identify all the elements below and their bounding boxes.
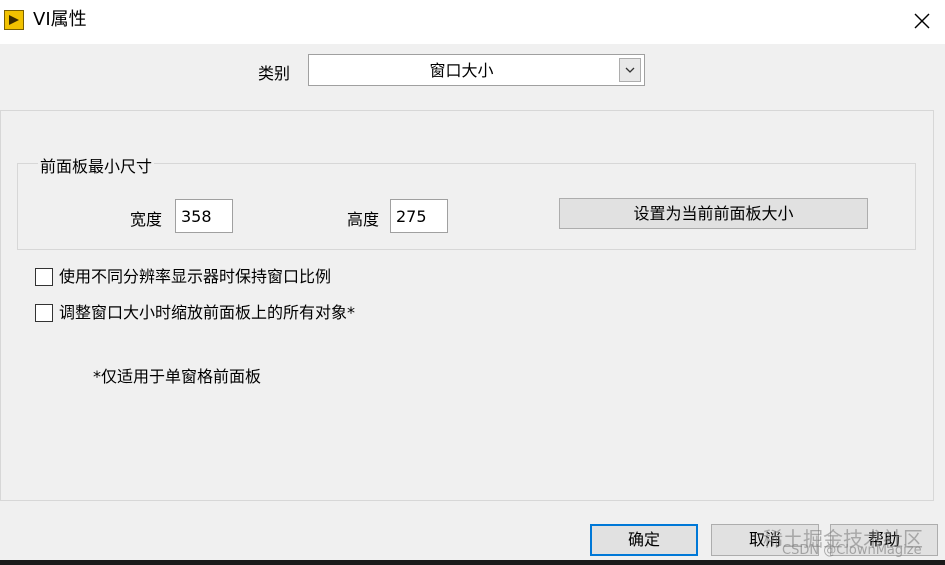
title-bar: VI属性: [0, 0, 945, 44]
checkbox[interactable]: [35, 304, 53, 322]
close-button[interactable]: [899, 0, 945, 44]
width-label: 宽度: [130, 210, 163, 229]
ok-button[interactable]: 确定: [590, 524, 698, 556]
bottom-edge: [0, 560, 945, 565]
chevron-down-icon: [625, 67, 635, 73]
window-title: VI属性: [33, 9, 87, 30]
checkbox[interactable]: [35, 268, 53, 286]
category-value: 窗口大小: [429, 61, 494, 80]
close-icon: [914, 13, 930, 29]
checkbox-label: 使用不同分辨率显示器时保持窗口比例: [59, 267, 332, 286]
checkbox-label: 调整窗口大小时缩放前面板上的所有对象*: [59, 303, 356, 322]
category-row: 类别 窗口大小: [0, 44, 945, 104]
category-select[interactable]: 窗口大小: [308, 54, 645, 86]
footnote: *仅适用于单窗格前面板: [93, 367, 262, 386]
height-input[interactable]: [390, 199, 448, 233]
labview-vi-icon: [4, 10, 24, 30]
set-current-size-button[interactable]: 设置为当前前面板大小: [559, 198, 868, 229]
dropdown-button[interactable]: [619, 58, 641, 82]
height-label: 高度: [347, 210, 380, 229]
group-title: 前面板最小尺寸: [38, 157, 155, 177]
cancel-button[interactable]: 取消: [711, 524, 819, 556]
width-input[interactable]: [175, 199, 233, 233]
category-label: 类别: [258, 64, 291, 83]
help-button[interactable]: 帮助: [830, 524, 938, 556]
